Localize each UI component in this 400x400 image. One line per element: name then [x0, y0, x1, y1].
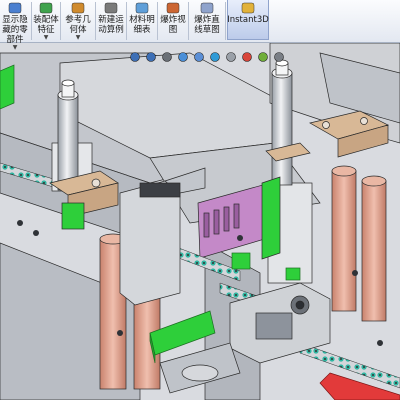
- ribbon-separator: [60, 2, 61, 40]
- ribbon-button-2[interactable]: 参考几 何体 ▼: [62, 0, 94, 41]
- hide-show-items-icon[interactable]: [224, 50, 238, 64]
- ribbon-button-label: 爆炸直: [194, 15, 220, 25]
- ribbon-button-label: 材料明: [129, 15, 155, 25]
- apply-scene-icon[interactable]: [256, 50, 270, 64]
- view-settings-icon[interactable]: [272, 50, 286, 64]
- ribbon-button-label: 装配体: [33, 15, 59, 25]
- graphics-area[interactable]: [0, 43, 400, 400]
- view-orientation-icon[interactable]: [192, 50, 206, 64]
- ribbon-button-7[interactable]: Instant3D: [227, 0, 269, 40]
- reference-geometry-icon: [71, 2, 85, 14]
- instant3d-icon: [241, 2, 255, 14]
- section-view-icon[interactable]: [176, 50, 190, 64]
- ribbon-button-label: 线草图: [194, 25, 220, 35]
- ribbon-separator: [188, 2, 189, 40]
- ribbon-separator: [225, 2, 226, 40]
- edit-appearance-icon[interactable]: [240, 50, 254, 64]
- ribbon-button-3[interactable]: 新建运 动算例: [97, 0, 125, 40]
- show-hidden-components-icon: [8, 2, 22, 14]
- ribbon-button-label: 动算例: [98, 25, 124, 35]
- command-ribbon: 显示隐 藏的零 部件 ▼ 装配体 特征 ▼ 参考几 何体 ▼ 新建运 动算例 材料明 细表 爆炸视图爆炸直线…: [0, 0, 400, 51]
- chevron-down-icon[interactable]: ▼: [76, 35, 81, 41]
- ribbon-button-6[interactable]: 爆炸直 线草图: [190, 0, 224, 40]
- explode-line-sketch-icon: [200, 2, 214, 14]
- green-bracket-left: [0, 64, 15, 110]
- zoom-to-fit-icon[interactable]: [128, 50, 142, 64]
- ribbon-separator: [157, 2, 158, 40]
- previous-view-icon[interactable]: [160, 50, 174, 64]
- new-motion-study-icon: [104, 2, 118, 14]
- heads-up-view-toolbar: [128, 50, 286, 66]
- ribbon-button-label: 显示隐: [2, 15, 28, 25]
- ribbon-separator: [95, 2, 96, 40]
- ribbon-button-label: Instant3D: [227, 15, 269, 25]
- bill-of-materials-icon: [135, 2, 149, 14]
- ribbon-separator: [126, 2, 127, 40]
- ribbon-button-label: 图: [168, 25, 178, 35]
- exploded-view-icon: [166, 2, 180, 14]
- ribbon-button-4[interactable]: 材料明 细表: [128, 0, 156, 40]
- zoom-to-area-icon[interactable]: [144, 50, 158, 64]
- display-style-icon[interactable]: [208, 50, 222, 64]
- ribbon-button-0[interactable]: 显示隐 藏的零 部件 ▼: [0, 0, 30, 51]
- ribbon-button-label: 爆炸视: [160, 15, 186, 25]
- ribbon-button-label: 细表: [133, 25, 151, 35]
- ribbon-button-5[interactable]: 爆炸视图: [159, 0, 187, 40]
- assembly-3d-model[interactable]: [0, 43, 400, 400]
- ribbon-separator: [31, 2, 32, 40]
- chevron-down-icon[interactable]: ▼: [44, 35, 49, 41]
- ribbon-button-label: 新建运: [98, 15, 124, 25]
- ribbon-button-label: 参考几: [65, 15, 91, 25]
- assembly-features-icon: [39, 2, 53, 14]
- ribbon-button-label: 藏的零: [2, 25, 28, 35]
- ribbon-button-1[interactable]: 装配体 特征 ▼: [33, 0, 59, 41]
